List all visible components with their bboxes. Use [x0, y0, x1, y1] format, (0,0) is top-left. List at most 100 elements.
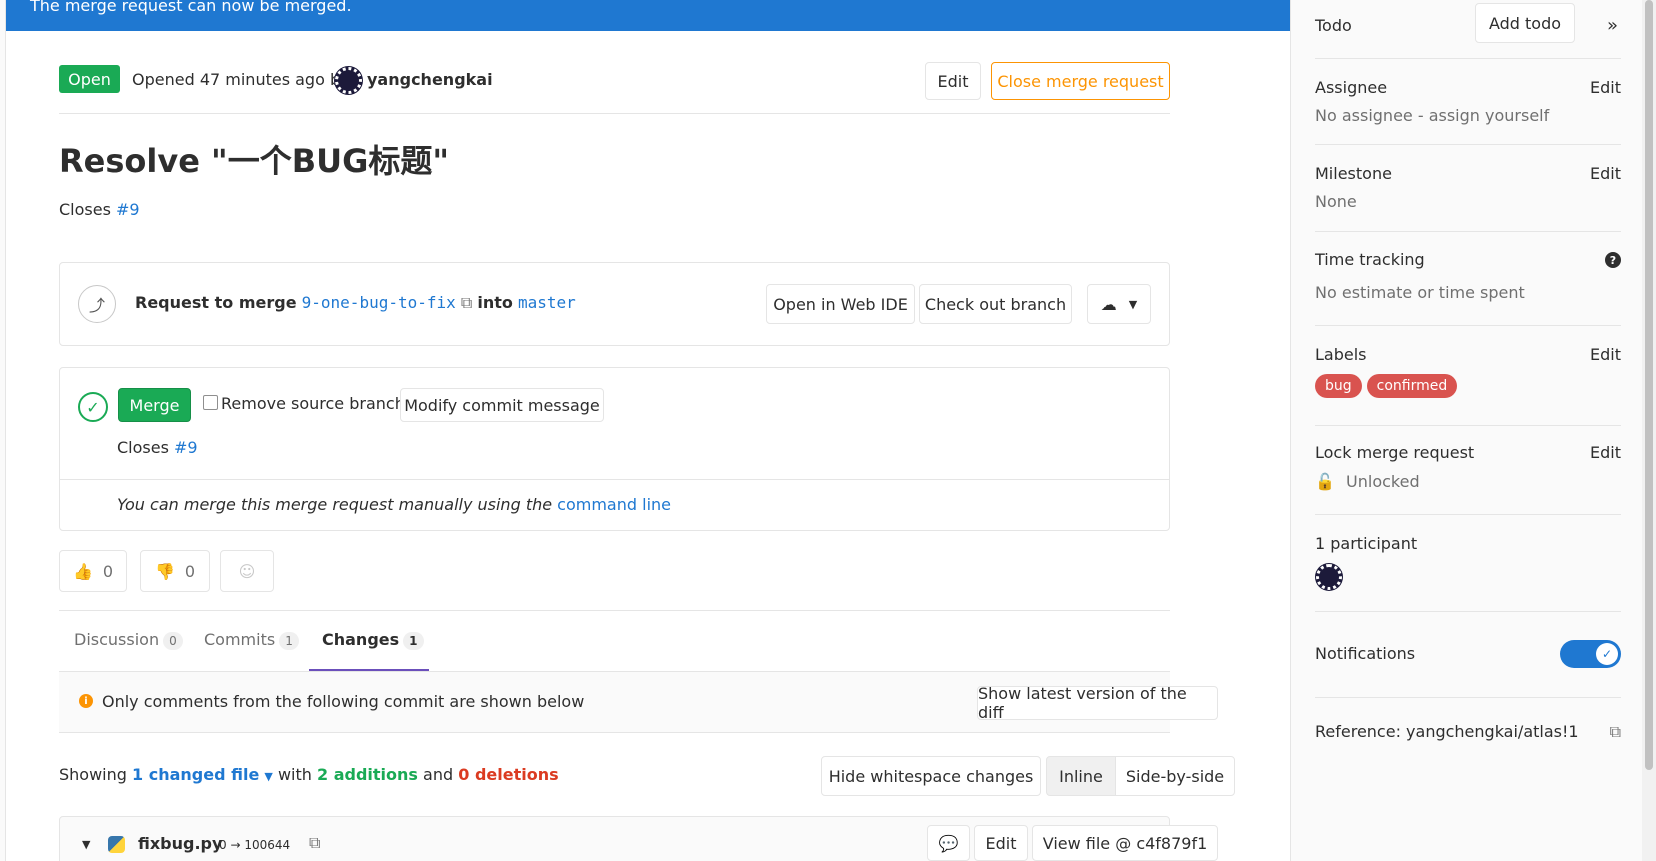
merge-button[interactable]: Merge: [118, 388, 191, 422]
check-out-branch-button[interactable]: Check out branch: [919, 284, 1072, 324]
reference-block: Reference: yangchengkai/atlas!1 ⧉: [1315, 722, 1621, 752]
milestone-block: Milestone Edit None: [1315, 164, 1621, 214]
participant-avatar[interactable]: [1316, 564, 1342, 590]
scrollbar-thumb[interactable]: [1645, 0, 1653, 770]
file-edit-button[interactable]: Edit: [974, 825, 1028, 861]
help-icon[interactable]: ?: [1605, 252, 1621, 268]
issue-link[interactable]: #9: [116, 200, 140, 219]
close-merge-request-button[interactable]: Close merge request: [991, 62, 1170, 100]
lock-edit-link[interactable]: Edit: [1590, 443, 1621, 462]
sidebar-divider: [1315, 611, 1621, 612]
download-icon: ☁: [1100, 294, 1117, 314]
window-scrollbar[interactable]: [1642, 0, 1656, 861]
thumbs-up-button[interactable]: 👍 0: [59, 550, 127, 592]
participants-block: 1 participant: [1315, 534, 1621, 594]
check-circle-icon: ✓: [78, 392, 108, 422]
diff-stats: Showing 1 changed file ▼ with 2 addition…: [59, 765, 559, 784]
chevron-down-icon[interactable]: ▼: [264, 770, 272, 783]
merge-widget-divider: [60, 479, 1169, 480]
target-branch-link[interactable]: master: [518, 293, 576, 312]
lock-value-row: 🔓 Unlocked: [1315, 472, 1621, 491]
assignee-block: Assignee Edit No assignee - assign yours…: [1315, 78, 1621, 128]
comment-button[interactable]: 💬: [927, 825, 970, 861]
toggle-check-icon: ✓: [1596, 643, 1618, 665]
assignee-value[interactable]: No assignee - assign yourself: [1315, 106, 1621, 125]
lock-title: Lock merge request: [1315, 443, 1475, 462]
status-badge: Open: [59, 65, 120, 93]
file-header: ▼ fixbug.py 0 → 100644 ⧉ 💬 Edit View fil…: [59, 816, 1218, 861]
add-reaction-button[interactable]: ☺: [220, 550, 274, 592]
notice-text: Only comments from the following commit …: [102, 692, 585, 711]
tab-discussion-count: 0: [163, 631, 183, 650]
remove-source-branch-checkbox[interactable]: [203, 395, 218, 410]
modify-commit-message-button[interactable]: Modify commit message: [400, 388, 604, 422]
manual-merge-text: You can merge this merge request manuall…: [117, 495, 671, 514]
sidebar-divider: [1315, 514, 1621, 515]
additions-count: 2 additions: [317, 765, 418, 784]
edit-button[interactable]: Edit: [925, 62, 981, 100]
merge-closes: Closes #9: [117, 438, 198, 457]
tab-changes[interactable]: Changes 1: [322, 630, 424, 650]
tab-discussion-label: Discussion: [74, 630, 160, 649]
label-confirmed[interactable]: confirmed: [1366, 374, 1458, 398]
merge-closes-link[interactable]: #9: [174, 438, 198, 457]
lock-block: Lock merge request Edit 🔓 Unlocked: [1315, 443, 1621, 498]
tab-discussion[interactable]: Discussion 0: [74, 630, 183, 650]
source-branch-link[interactable]: 9-one-bug-to-fix: [302, 293, 456, 312]
changed-files-dropdown[interactable]: 1 changed file: [132, 765, 259, 784]
notifications-title: Notifications: [1315, 644, 1416, 663]
and-label: and: [423, 765, 454, 784]
remove-source-branch-label[interactable]: Remove source branch: [221, 394, 405, 413]
thumbs-down-count: 0: [184, 561, 196, 581]
thumbs-down-button[interactable]: 👎 0: [140, 550, 210, 592]
tab-changes-label: Changes: [322, 630, 400, 649]
label-bug[interactable]: bug: [1315, 374, 1362, 398]
reference-text: Reference: yangchengkai/atlas!1: [1315, 722, 1579, 741]
sidebar-divider: [1315, 697, 1621, 698]
python-file-icon: [108, 836, 125, 853]
merge-request-icon: ⤴: [78, 285, 116, 323]
thumbs-up-icon: 👍: [72, 561, 93, 581]
copy-reference-icon[interactable]: ⧉: [1610, 722, 1621, 742]
add-todo-button[interactable]: Add todo: [1475, 3, 1575, 43]
labels-edit-link[interactable]: Edit: [1590, 345, 1621, 364]
sidebar-divider: [1315, 144, 1621, 145]
file-name[interactable]: fixbug.py: [138, 834, 222, 853]
into-label: into: [477, 293, 513, 312]
hide-whitespace-button[interactable]: Hide whitespace changes: [821, 756, 1041, 796]
side-by-side-view-button[interactable]: Side-by-side: [1115, 756, 1235, 796]
todo-label: Todo: [1315, 16, 1352, 35]
author-avatar[interactable]: [335, 67, 362, 94]
open-web-ide-button[interactable]: Open in Web IDE: [766, 284, 915, 324]
view-file-button[interactable]: View file @ c4f879f1: [1032, 825, 1218, 861]
collapse-sidebar-icon[interactable]: »: [1607, 15, 1618, 36]
right-sidebar: Todo Add todo » Assignee Edit No assigne…: [1290, 0, 1642, 861]
author-name[interactable]: yangchengkai: [367, 70, 493, 89]
main-content: The merge request can now be merged. Ope…: [6, 0, 1290, 861]
banner-text: The merge request can now be merged.: [30, 0, 352, 15]
milestone-edit-link[interactable]: Edit: [1590, 164, 1621, 183]
request-label: Request to merge: [135, 293, 297, 312]
tab-commits-label: Commits: [204, 630, 276, 649]
comment-icon: 💬: [938, 833, 959, 853]
assignee-title: Assignee: [1315, 78, 1388, 97]
description: Closes #9: [59, 200, 140, 219]
deletions-count: 0 deletions: [458, 765, 559, 784]
command-line-link[interactable]: command line: [557, 495, 671, 514]
file-mode: 0 → 100644: [219, 838, 291, 852]
show-latest-diff-button[interactable]: Show latest version of the diff: [977, 684, 1218, 722]
thumbs-down-icon: 👎: [154, 561, 175, 581]
showing-label: Showing: [59, 765, 127, 784]
lock-value: Unlocked: [1346, 472, 1420, 491]
merge-widget: ✓ Merge Remove source branch Modify comm…: [59, 367, 1170, 531]
participants-title: 1 participant: [1315, 534, 1418, 553]
tab-commits[interactable]: Commits 1: [204, 630, 299, 650]
copy-file-path-icon[interactable]: ⧉: [309, 833, 320, 853]
inline-view-button[interactable]: Inline: [1046, 756, 1116, 796]
assignee-edit-link[interactable]: Edit: [1590, 78, 1621, 97]
notifications-toggle[interactable]: ✓: [1560, 640, 1621, 668]
download-dropdown-button[interactable]: ☁ ▼: [1087, 284, 1151, 324]
page-title: Resolve "一个BUG标题": [59, 142, 450, 180]
copy-branch-icon[interactable]: ⧉: [461, 293, 472, 312]
collapse-chevron-icon[interactable]: ▼: [82, 838, 90, 851]
